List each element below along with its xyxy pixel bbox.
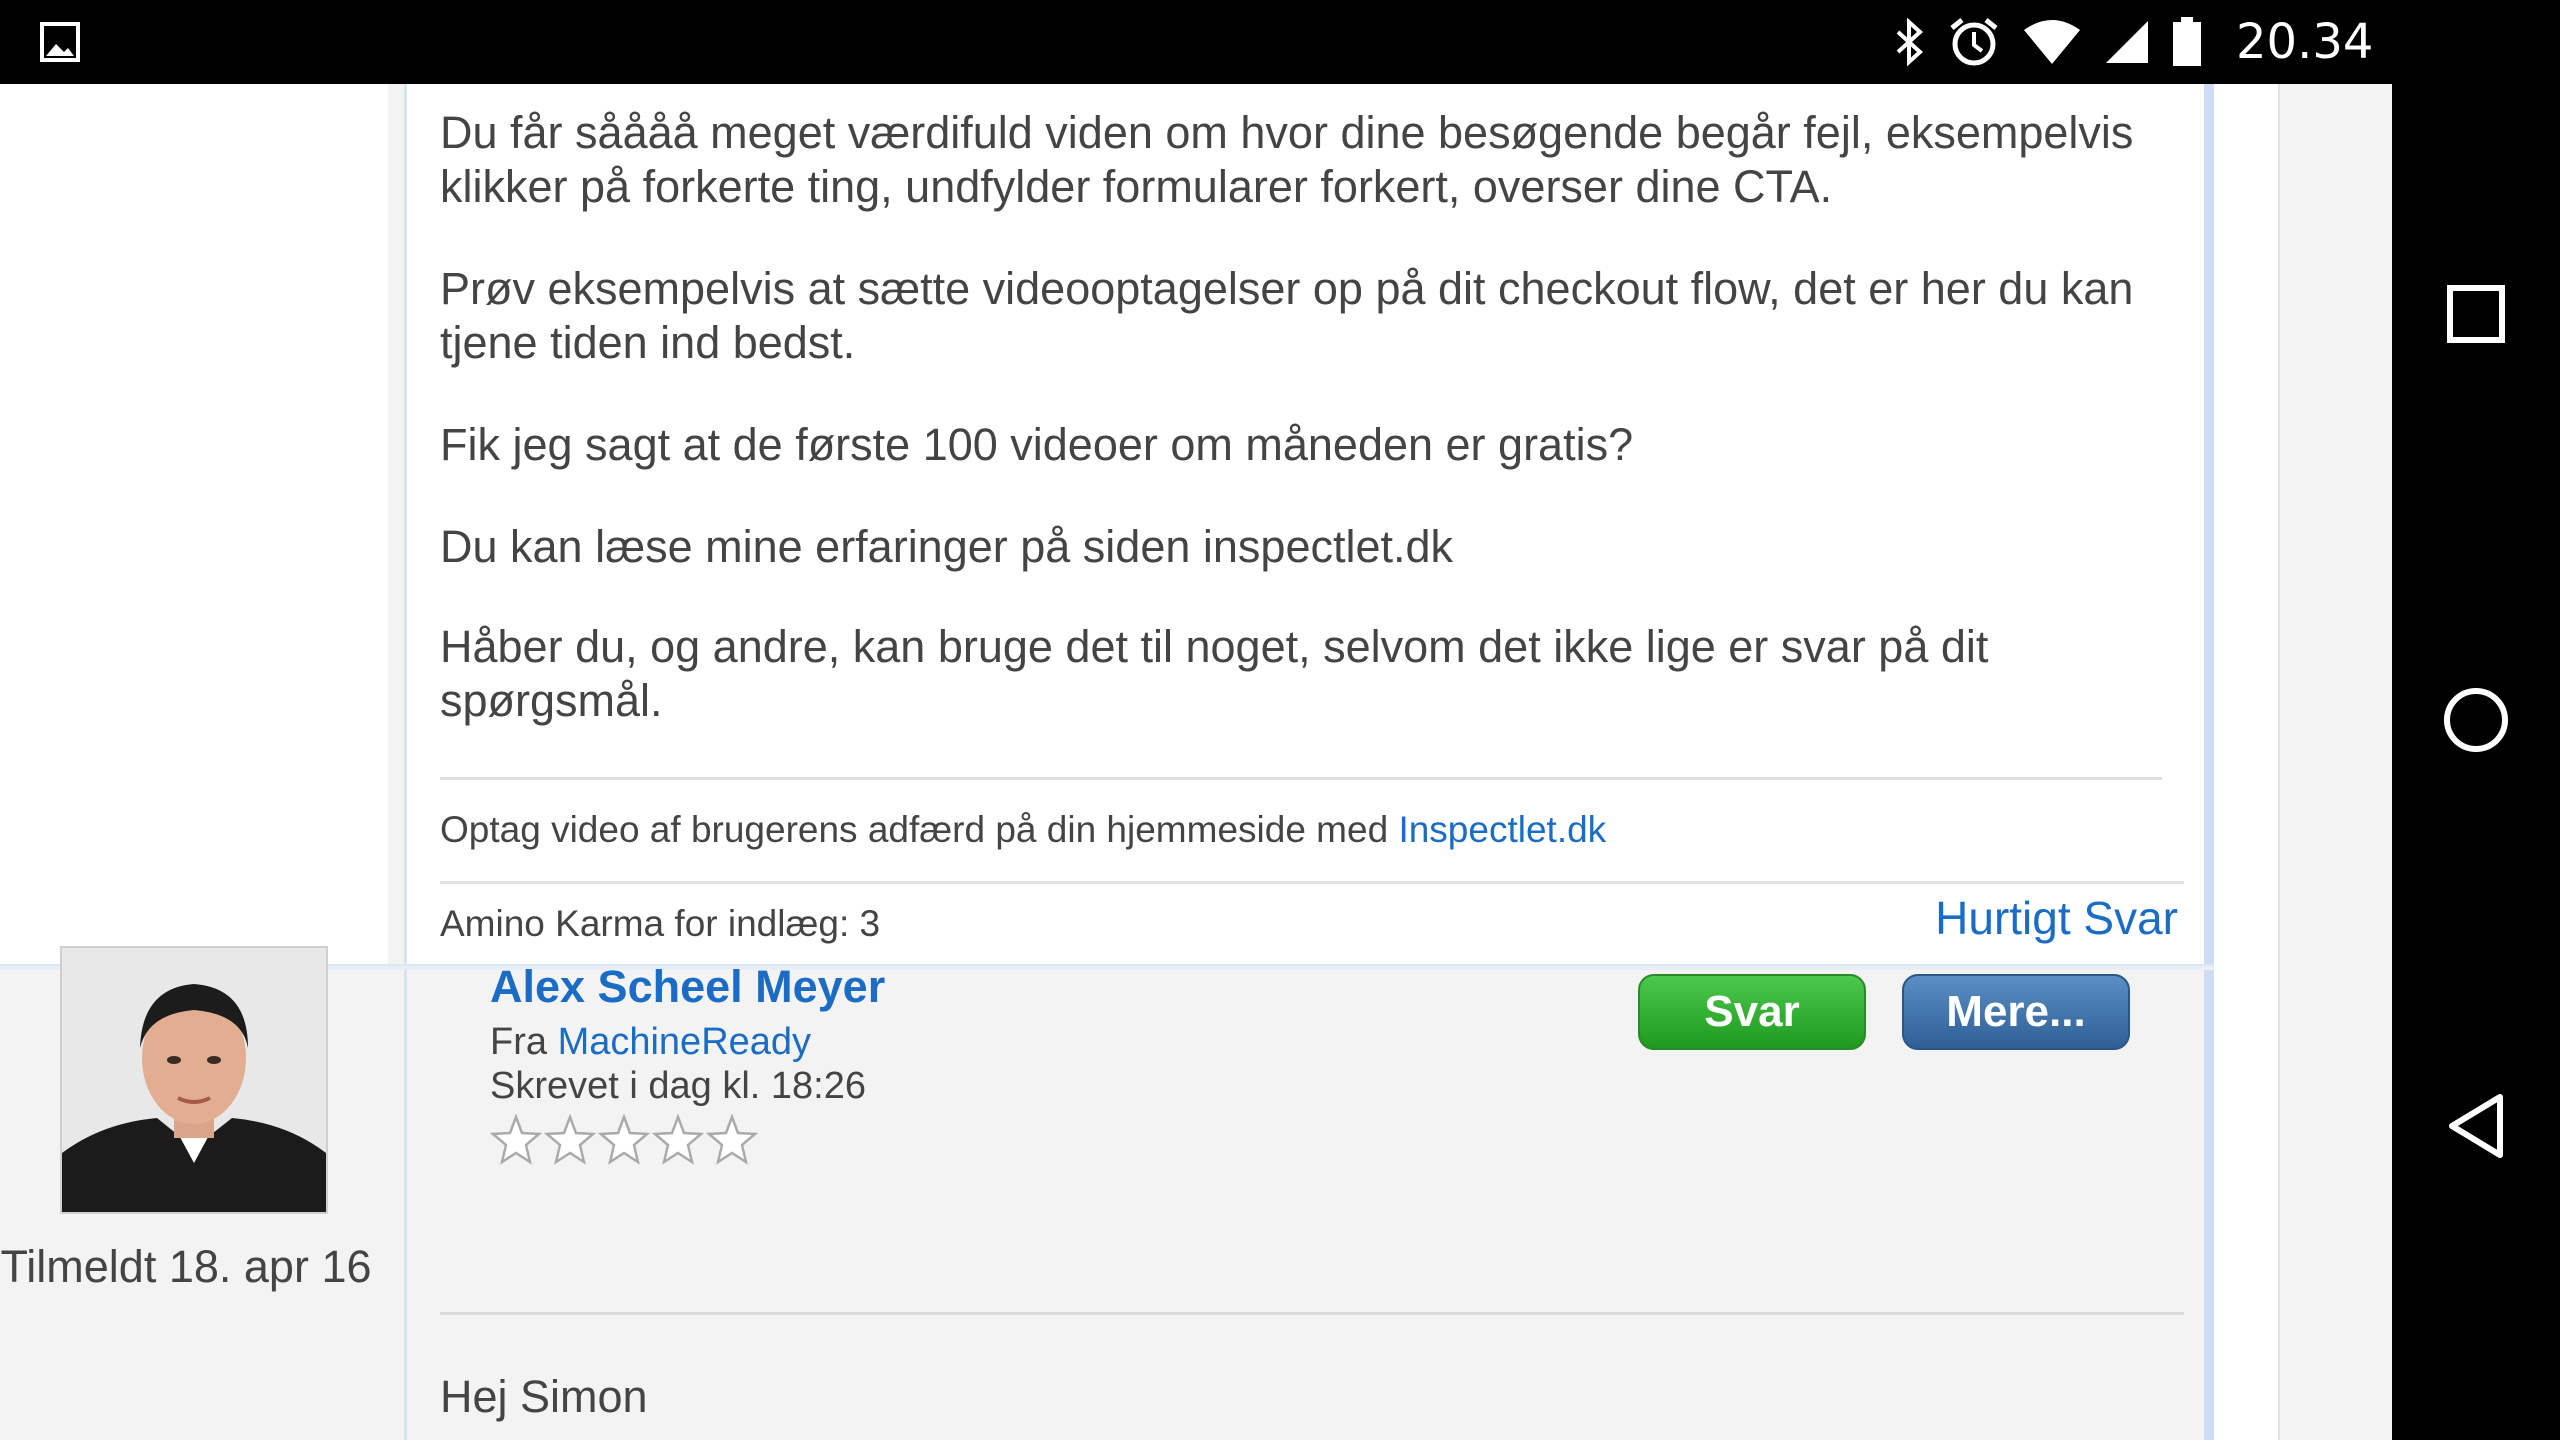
signal-icon	[2106, 21, 2148, 63]
back-button[interactable]	[2392, 1066, 2560, 1186]
clock: 20.34	[2236, 14, 2374, 70]
joined-date: Tilmeldt 18. apr 16	[0, 1241, 372, 1292]
post2-greeting: Hej Simon	[440, 1371, 648, 1422]
back-icon	[2449, 1094, 2503, 1158]
avatar[interactable]	[60, 946, 328, 1214]
bluetooth-icon	[1896, 18, 1923, 66]
recents-button[interactable]	[2392, 254, 2560, 374]
alarm-icon	[1950, 18, 1998, 66]
status-bar: 20.34	[0, 0, 2392, 84]
home-icon	[2444, 688, 2508, 752]
from-label: Fra	[490, 1021, 558, 1063]
company-link[interactable]: MachineReady	[558, 1021, 811, 1063]
star-rating[interactable]	[490, 1114, 758, 1166]
post2-container	[0, 84, 2392, 1440]
wifi-icon	[2024, 20, 2080, 64]
recents-icon	[2447, 285, 2505, 343]
navigation-bar	[2392, 0, 2560, 1440]
author-name-link[interactable]: Alex Scheel Meyer	[490, 958, 885, 1016]
post-timestamp: Skrevet i dag kl. 18:26	[490, 1065, 866, 1107]
more-button[interactable]: Mere...	[1902, 974, 2130, 1050]
star-icon[interactable]	[652, 1114, 704, 1166]
reply-button[interactable]: Svar	[1638, 974, 1866, 1050]
star-icon[interactable]	[598, 1114, 650, 1166]
battery-icon	[2173, 17, 2201, 66]
author-origin: Fra MachineReady	[490, 1018, 811, 1066]
star-icon[interactable]	[706, 1114, 758, 1166]
home-button[interactable]	[2392, 660, 2560, 780]
star-icon[interactable]	[490, 1114, 542, 1166]
gallery-icon	[40, 22, 80, 62]
status-icons	[1892, 16, 2202, 68]
avatar-image	[62, 948, 326, 1212]
star-icon[interactable]	[544, 1114, 596, 1166]
post2-header-divider	[440, 1312, 2184, 1315]
